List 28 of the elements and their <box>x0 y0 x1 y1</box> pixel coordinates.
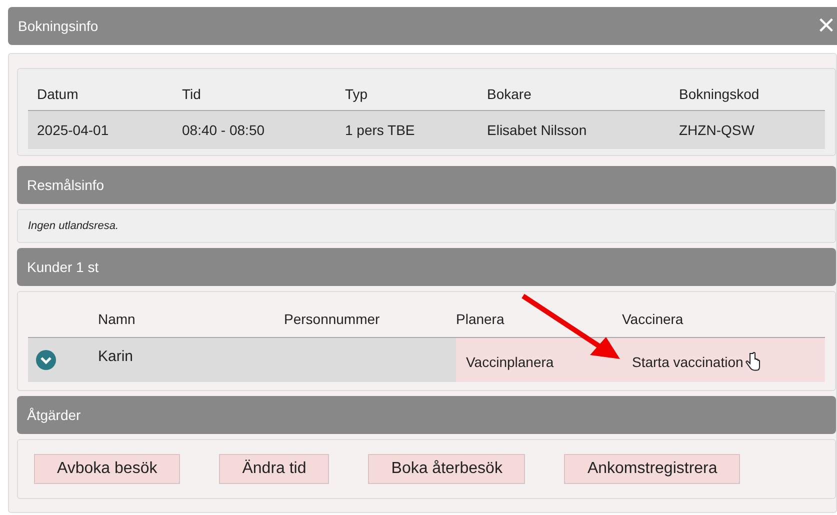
action-button[interactable]: Ändra tid <box>219 454 330 484</box>
hand-cursor-icon <box>745 352 762 372</box>
column-header: Vaccinera <box>622 310 684 329</box>
table-cell-text: 08:40 - 08:50 <box>182 120 266 140</box>
info-text: Ingen utlandsresa. <box>28 218 119 234</box>
table-cell-text: 1 pers TBE <box>345 120 416 140</box>
column-header: Bokningskod <box>679 85 760 104</box>
table-cell-text: 2025-04-01 <box>37 120 110 140</box>
expand-chevron-icon[interactable] <box>36 350 56 370</box>
action-button[interactable]: Boka återbesök <box>368 454 526 484</box>
column-header: Tid <box>182 85 202 104</box>
column-header: Bokare <box>487 85 532 104</box>
table-cell-text: ZHZN-QSW <box>679 120 756 140</box>
column-header: Personnummer <box>284 310 381 329</box>
action-button[interactable]: Avboka besök <box>34 454 180 484</box>
column-header: Typ <box>345 85 369 104</box>
action-button[interactable]: Ankomstregistrera <box>564 454 740 484</box>
column-header: Planera <box>456 310 506 329</box>
section-title: Kunder 1 st <box>27 258 99 276</box>
close-button[interactable]: × <box>817 11 835 41</box>
column-header: Datum <box>37 85 80 104</box>
column-header: Namn <box>98 310 136 329</box>
table-cell: Karin <box>98 338 284 382</box>
section-title: Resmålsinfo <box>27 176 104 194</box>
plan-link[interactable]: Vaccinplanera <box>456 338 622 382</box>
window-title: Bokningsinfo <box>18 16 98 36</box>
section-title: Åtgärder <box>27 406 81 425</box>
table-cell-text: Elisabet Nilsson <box>487 120 588 140</box>
